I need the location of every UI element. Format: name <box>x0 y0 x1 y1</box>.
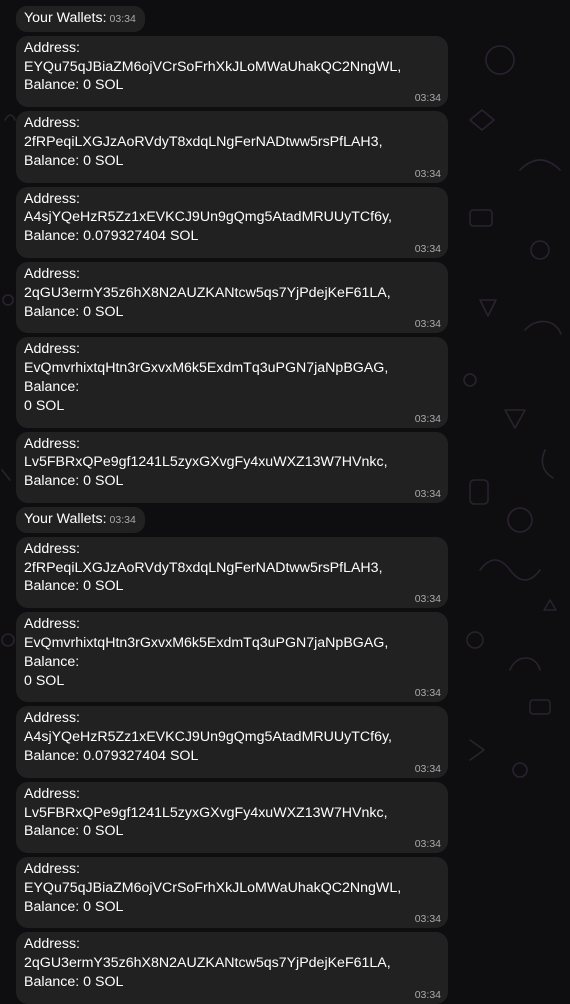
message-line: Balance: 0 SOL <box>24 77 124 94</box>
message-timestamp: 03:34 <box>109 13 136 25</box>
message-text: Your Wallets: <box>24 510 107 527</box>
message-timestamp: 03:34 <box>414 412 441 425</box>
message-timestamp: 03:34 <box>414 687 441 700</box>
message-line: Balance: 0 SOL <box>24 898 124 915</box>
message-timestamp: 03:34 <box>414 988 441 1001</box>
message-line: EYQu75qJBiaZM6ojVCrSoFrhXkJLoMWaUhakQC2N… <box>24 58 402 75</box>
message-line: Address: <box>24 861 80 878</box>
message-line: Address: <box>24 265 80 282</box>
message-line: Address: Lv5FBRxQPe9gf1241L5zyxGXvgFy4xu… <box>24 435 388 471</box>
wallet-message[interactable]: Address: Lv5FBRxQPe9gf1241L5zyxGXvgFy4xu… <box>16 431 448 503</box>
message-line: Balance: 0 SOL <box>24 303 124 320</box>
message-line: EYQu75qJBiaZM6ojVCrSoFrhXkJLoMWaUhakQC2N… <box>24 879 402 896</box>
message-timestamp: 03:34 <box>414 167 441 180</box>
message-timestamp: 03:34 <box>414 487 441 500</box>
message-timestamp: 03:34 <box>414 762 441 775</box>
message-timestamp: 03:34 <box>414 318 441 331</box>
wallet-message[interactable]: Address: EYQu75qJBiaZM6ojVCrSoFrhXkJLoMWa… <box>16 35 448 108</box>
message-line: Address: <box>24 710 80 727</box>
wallet-message[interactable]: Address: EvQmvrhixtqHtn3rGxvxM6k5ExdmTq3u… <box>16 612 448 703</box>
message-line: EvQmvrhixtqHtn3rGxvxM6k5ExdmTq3uPGN7jaNp… <box>24 634 389 670</box>
message-line: Balance: 0 SOL <box>24 823 124 840</box>
message-text: Your Wallets: <box>24 10 107 26</box>
message-line: Balance: 0 SOL <box>24 578 124 595</box>
wallets-header-message[interactable]: Your Wallets: 03:34 <box>16 506 145 533</box>
message-timestamp: 03:34 <box>414 593 441 606</box>
message-line: A4sjYQeHzR5Zz1xEVKCJ9Un9gQmg5AtadMRUUyTC… <box>24 729 392 746</box>
message-line: 0 SOL <box>24 672 65 689</box>
message-line: Address: <box>24 341 80 358</box>
message-timestamp: 03:34 <box>109 513 136 526</box>
message-line: EvQmvrhixtqHtn3rGxvxM6k5ExdmTq3uPGN7jaNp… <box>24 360 389 395</box>
message-line: Address: <box>24 936 80 953</box>
message-line: Balance: 0.079327404 SOL <box>24 747 199 764</box>
message-timestamp: 03:34 <box>414 92 441 105</box>
message-line: Address: 2fRPeqiLXGJzAoRVdyT8xdqLNgFerNA… <box>24 115 383 150</box>
message-line: Balance: 0.079327404 SOL <box>24 228 199 245</box>
wallet-message[interactable]: Address: 2fRPeqiLXGJzAoRVdyT8xdqLNgFerNA… <box>16 111 448 183</box>
wallet-message[interactable]: Address: EYQu75qJBiaZM6ojVCrSoFrhXkJLoMWa… <box>16 857 448 929</box>
message-timestamp: 03:34 <box>414 838 441 851</box>
message-line: 2qGU3ermY35z6hX8N2AUZKANtcw5qs7YjPdejKeF… <box>24 284 391 301</box>
message-line: Address: 2fRPeqiLXGJzAoRVdyT8xdqLNgFerNA… <box>24 540 383 576</box>
message-timestamp: 03:34 <box>414 913 441 926</box>
message-line: Address: <box>24 39 80 56</box>
wallets-header-message[interactable]: Your Wallets: 03:34 <box>16 6 145 32</box>
message-timestamp: 03:34 <box>414 242 441 255</box>
message-line: Balance: 0 SOL <box>24 152 124 169</box>
wallet-message[interactable]: Address: A4sjYQeHzR5Zz1xEVKCJ9Un9gQmg5Ata… <box>16 186 448 258</box>
message-line: A4sjYQeHzR5Zz1xEVKCJ9Un9gQmg5AtadMRUUyTC… <box>24 209 392 226</box>
message-line: Address: <box>24 190 80 207</box>
wallet-message[interactable]: Address: 2qGU3ermY35z6hX8N2AUZKANtcw5qs7Y… <box>16 932 448 1004</box>
chat-message-list: Your Wallets: 03:34 Address: EYQu75qJBiaZM6… <box>0 0 570 1004</box>
message-line: Balance: 0 SOL <box>24 974 124 991</box>
message-line: Address: Lv5FBRxQPe9gf1241L5zyxGXvgFy4xu… <box>24 785 388 821</box>
message-line: 0 SOL <box>24 397 65 414</box>
wallet-message[interactable]: Address: EvQmvrhixtqHtn3rGxvxM6k5ExdmTq3u… <box>16 337 448 428</box>
wallet-message[interactable]: Address: A4sjYQeHzR5Zz1xEVKCJ9Un9gQmg5Ata… <box>16 706 448 778</box>
wallet-message[interactable]: Address: 2fRPeqiLXGJzAoRVdyT8xdqLNgFerNA… <box>16 536 448 609</box>
message-line: Address: <box>24 616 80 633</box>
wallet-message[interactable]: Address: Lv5FBRxQPe9gf1241L5zyxGXvgFy4xu… <box>16 781 448 854</box>
message-line: 2qGU3ermY35z6hX8N2AUZKANtcw5qs7YjPdejKeF… <box>24 955 391 972</box>
message-line: Balance: 0 SOL <box>24 473 124 490</box>
wallet-message[interactable]: Address: 2qGU3ermY35z6hX8N2AUZKANtcw5qs7Y… <box>16 261 448 334</box>
